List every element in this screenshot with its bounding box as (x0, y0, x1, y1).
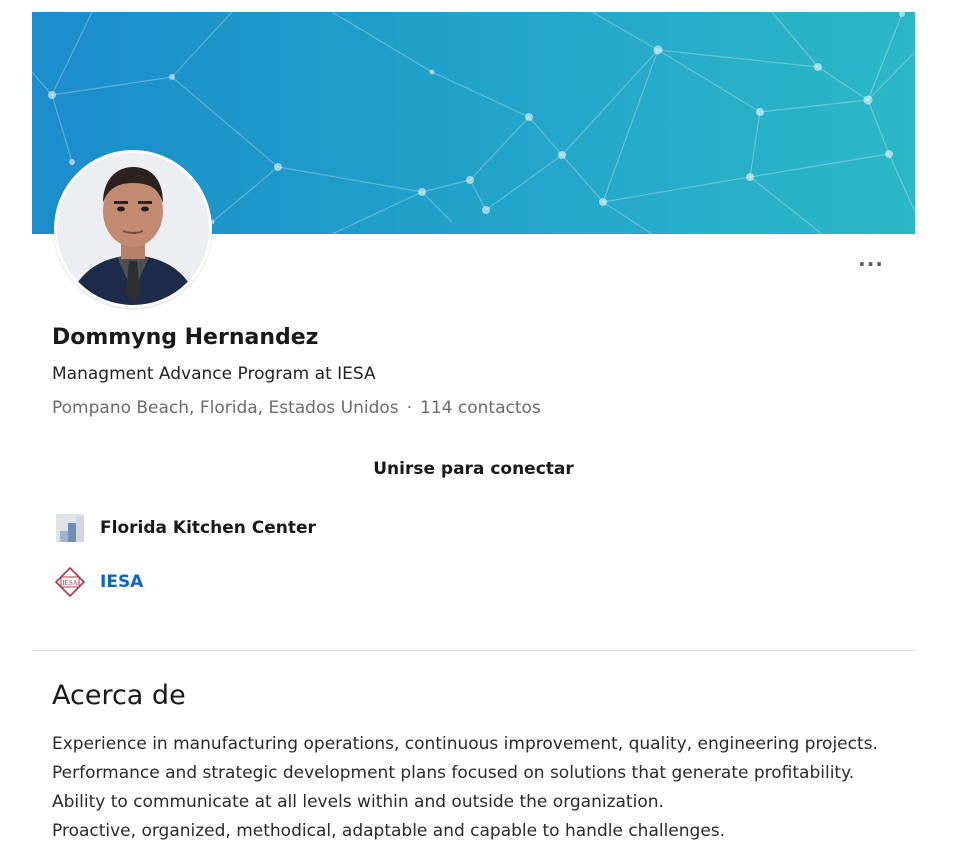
org-name: IESA (100, 572, 144, 592)
profile-photo (57, 153, 209, 305)
section-divider (32, 650, 915, 651)
org-name: Florida Kitchen Center (100, 518, 316, 538)
about-section-body: Experience in manufacturing operations, … (52, 730, 932, 846)
profile-avatar[interactable] (54, 150, 212, 308)
org-item-florida-kitchen-center[interactable]: Florida Kitchen Center (54, 512, 316, 544)
profile-headline: Managment Advance Program at IESA (52, 364, 376, 384)
more-options-button[interactable]: ··· (854, 254, 888, 274)
separator-dot: · (406, 398, 413, 418)
profile-location-line: Pompano Beach, Florida, Estados Unidos · 1… (52, 398, 541, 418)
org-item-iesa[interactable]: IESA IESA (54, 566, 143, 598)
iesa-logo-icon: IESA (54, 566, 86, 598)
profile-connections[interactable]: 114 contactos (420, 398, 541, 418)
svg-text:IESA: IESA (62, 579, 78, 587)
profile-card: ··· Dommyng Hernandez Managment Advance … (32, 12, 915, 652)
about-line: Performance and strategic development pl… (52, 763, 855, 783)
about-line: Proactive, organized, methodical, adapta… (52, 821, 726, 841)
profile-name: Dommyng Hernandez (52, 325, 319, 350)
about-section-title: Acerca de (52, 680, 186, 711)
about-line: Ability to communicate at all levels wit… (52, 792, 664, 812)
join-to-connect-link[interactable]: Unirse para conectar (32, 459, 915, 479)
profile-page: ··· Dommyng Hernandez Managment Advance … (0, 0, 958, 867)
profile-location: Pompano Beach, Florida, Estados Unidos (52, 398, 399, 418)
about-line: Experience in manufacturing operations, … (52, 734, 878, 754)
company-logo-icon (54, 512, 86, 544)
more-dots-icon: ··· (858, 252, 884, 276)
